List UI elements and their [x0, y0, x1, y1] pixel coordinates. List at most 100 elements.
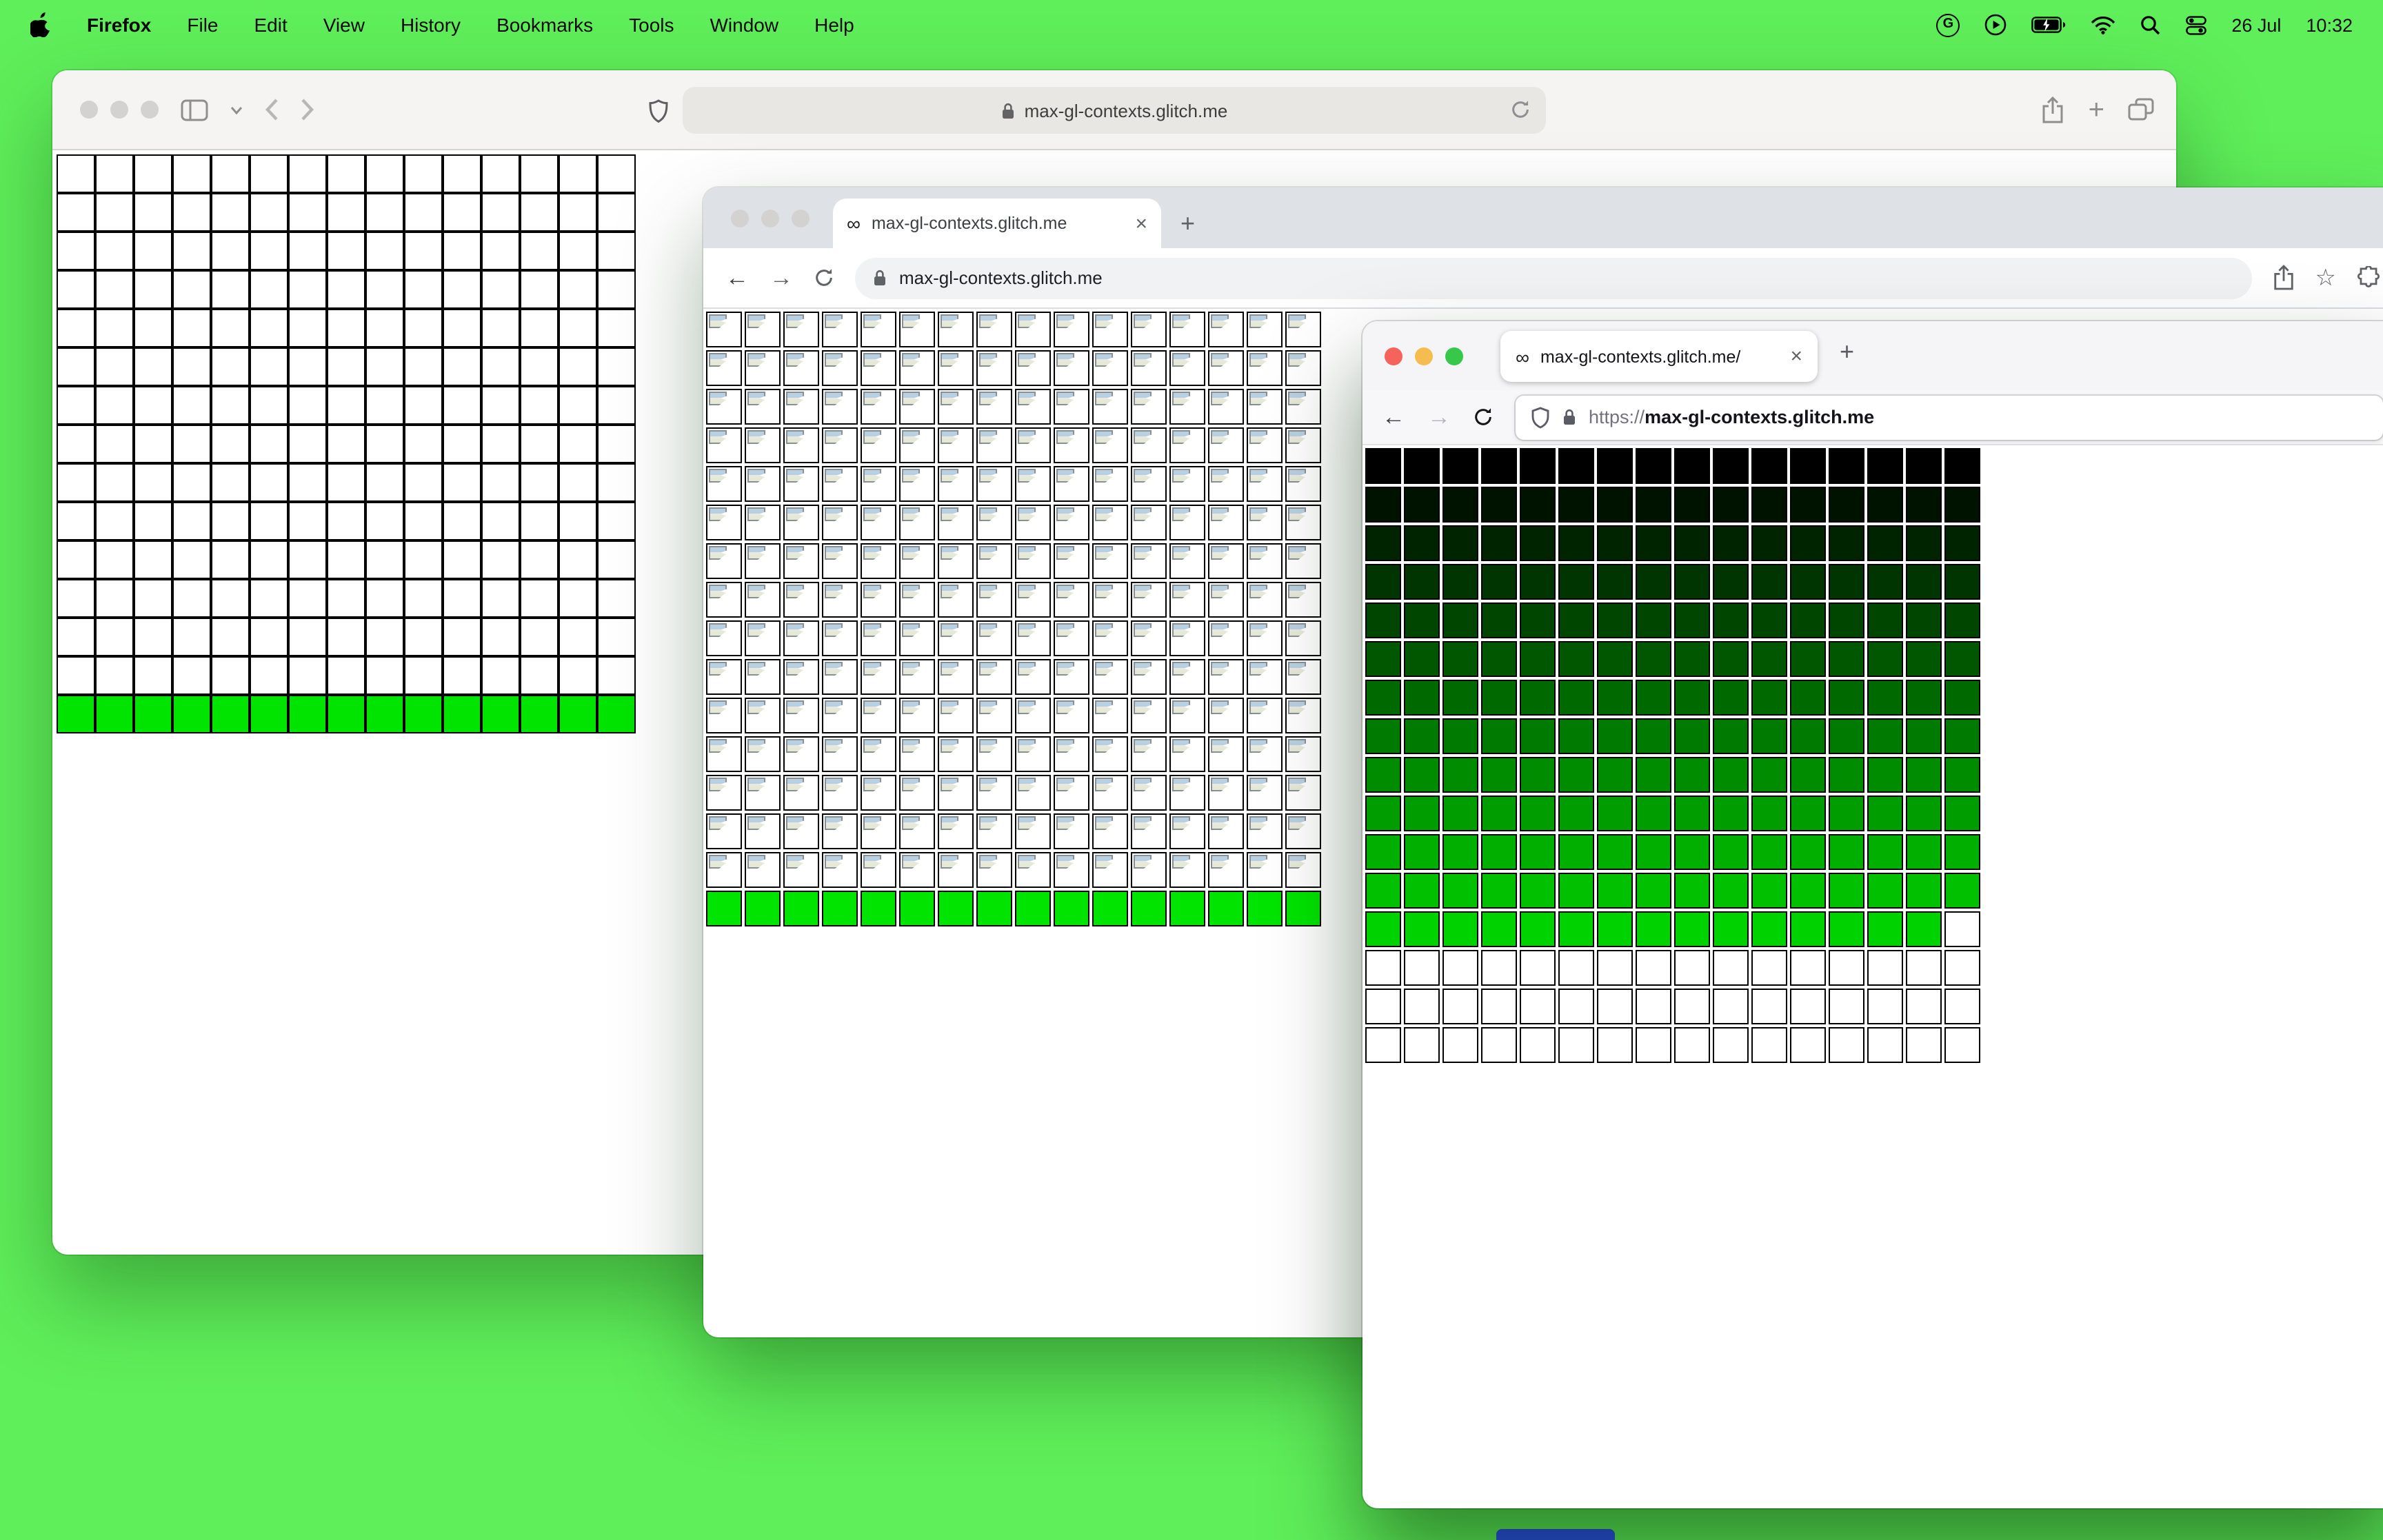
canvas-cell	[1285, 312, 1321, 347]
share-button[interactable]	[2042, 96, 2065, 123]
broken-image-icon	[1095, 623, 1113, 637]
broken-image-icon	[1211, 430, 1229, 444]
minimize-window-button[interactable]	[761, 210, 779, 227]
share-button[interactable]	[2273, 265, 2295, 291]
battery-icon[interactable]	[2031, 17, 2066, 33]
back-button[interactable]: ←	[725, 266, 749, 290]
menu-item-file[interactable]: File	[187, 14, 218, 36]
canvas-cell	[1790, 487, 1826, 523]
canvas-cell	[976, 852, 1012, 888]
dock-peek[interactable]	[1496, 1529, 1615, 1540]
reload-button[interactable]	[1473, 407, 1494, 427]
new-tab-button[interactable]: +	[2089, 96, 2104, 123]
forward-button[interactable]: →	[770, 266, 793, 290]
safari-toolbar: max-gl-contexts.glitch.me +	[52, 70, 2176, 150]
canvas-cell	[1285, 813, 1321, 849]
canvas-cell	[1944, 950, 1980, 986]
canvas-cell	[520, 193, 559, 232]
apple-menu-icon[interactable]	[30, 12, 51, 37]
control-center-icon[interactable]	[2186, 14, 2207, 35]
menu-item-view[interactable]: View	[323, 14, 365, 36]
menu-item-window[interactable]: Window	[710, 14, 779, 36]
broken-image-icon	[1211, 585, 1229, 598]
tab-close-button[interactable]: ×	[1790, 346, 1802, 367]
bookmark-star-button[interactable]: ☆	[2315, 266, 2337, 290]
menu-item-bookmarks[interactable]: Bookmarks	[496, 14, 593, 36]
broken-image-icon	[1211, 314, 1229, 328]
back-button[interactable]: ←	[1382, 405, 1405, 429]
canvas-cell	[134, 695, 172, 733]
canvas-cell	[822, 736, 858, 772]
extensions-icon[interactable]	[2357, 266, 2380, 290]
broken-image-icon	[1249, 392, 1267, 405]
zoom-window-button[interactable]	[141, 101, 159, 119]
canvas-cell	[1829, 525, 1864, 561]
canvas-cell	[1442, 680, 1478, 716]
canvas-cell	[1674, 487, 1710, 523]
tab-overview-button[interactable]	[2128, 98, 2154, 121]
play-status-icon[interactable]	[1984, 14, 2007, 36]
canvas-cell	[1404, 718, 1440, 754]
canvas-cell	[1015, 736, 1051, 772]
broken-image-icon	[825, 778, 843, 791]
tracking-protection-shield-icon[interactable]	[1531, 406, 1550, 428]
grammarly-icon[interactable]: G	[1936, 13, 1960, 37]
canvas-cell	[1906, 564, 1942, 600]
browser-tab[interactable]: ∞ max-gl-contexts.glitch.me/ ×	[1500, 331, 1818, 382]
address-bar[interactable]: max-gl-contexts.glitch.me	[855, 257, 2252, 298]
menu-item-help[interactable]: Help	[814, 14, 854, 36]
canvas-cell	[1944, 564, 1980, 600]
canvas-cell	[211, 463, 250, 502]
canvas-cell	[365, 154, 404, 193]
broken-image-icon	[1018, 314, 1036, 328]
canvas-cell	[443, 386, 481, 425]
minimize-window-button[interactable]	[1415, 347, 1433, 365]
tab-title: max-gl-contexts.glitch.me	[871, 214, 1067, 233]
canvas-cell	[327, 463, 365, 502]
lock-icon[interactable]	[1562, 408, 1576, 426]
menu-item-tools[interactable]: Tools	[629, 14, 674, 36]
close-window-button[interactable]	[731, 210, 749, 227]
zoom-window-button[interactable]	[1445, 347, 1463, 365]
canvas-cell	[1247, 698, 1283, 733]
wifi-icon[interactable]	[2091, 16, 2115, 34]
address-bar[interactable]: max-gl-contexts.glitch.me	[683, 87, 1546, 134]
tab-close-button[interactable]: ×	[1135, 213, 1147, 234]
browser-tab[interactable]: ∞ max-gl-contexts.glitch.me ×	[833, 199, 1161, 248]
canvas-cell	[1365, 834, 1401, 870]
spotlight-icon[interactable]	[2140, 14, 2161, 35]
app-menu-title[interactable]: Firefox	[87, 14, 151, 36]
chevron-down-icon[interactable]	[230, 105, 243, 114]
close-window-button[interactable]	[80, 101, 98, 119]
minimize-window-button[interactable]	[110, 101, 128, 119]
canvas-cell	[1054, 466, 1089, 502]
privacy-shield-icon[interactable]	[648, 99, 669, 124]
broken-image-icon	[1056, 546, 1074, 560]
canvas-cell	[1597, 1027, 1633, 1063]
reload-button[interactable]	[814, 267, 834, 288]
back-button[interactable]	[265, 98, 279, 121]
canvas-cell	[288, 270, 327, 309]
new-tab-button[interactable]: +	[1840, 339, 1854, 364]
menu-item-history[interactable]: History	[401, 14, 461, 36]
reload-button[interactable]	[1510, 99, 1531, 120]
canvas-cell	[559, 502, 597, 540]
forward-button[interactable]: →	[1427, 405, 1451, 429]
menubar-time[interactable]: 10:32	[2306, 14, 2353, 35]
canvas-cell	[95, 309, 134, 347]
canvas-cell	[1208, 736, 1244, 772]
menu-item-edit[interactable]: Edit	[254, 14, 288, 36]
canvas-cell	[134, 502, 172, 540]
canvas-cell	[1015, 350, 1051, 386]
address-bar[interactable]: https://max-gl-contexts.glitch.me	[1516, 395, 2383, 439]
broken-image-icon	[863, 855, 881, 869]
forward-button[interactable]	[301, 98, 314, 121]
close-window-button[interactable]	[1385, 347, 1402, 365]
zoom-window-button[interactable]	[792, 210, 810, 227]
new-tab-button[interactable]: +	[1180, 211, 1195, 236]
broken-image-icon	[747, 469, 765, 483]
canvas-cell	[57, 540, 95, 579]
menubar-date[interactable]: 26 Jul	[2231, 14, 2281, 35]
canvas-cell	[1169, 389, 1205, 425]
sidebar-toggle-button[interactable]	[181, 99, 208, 121]
